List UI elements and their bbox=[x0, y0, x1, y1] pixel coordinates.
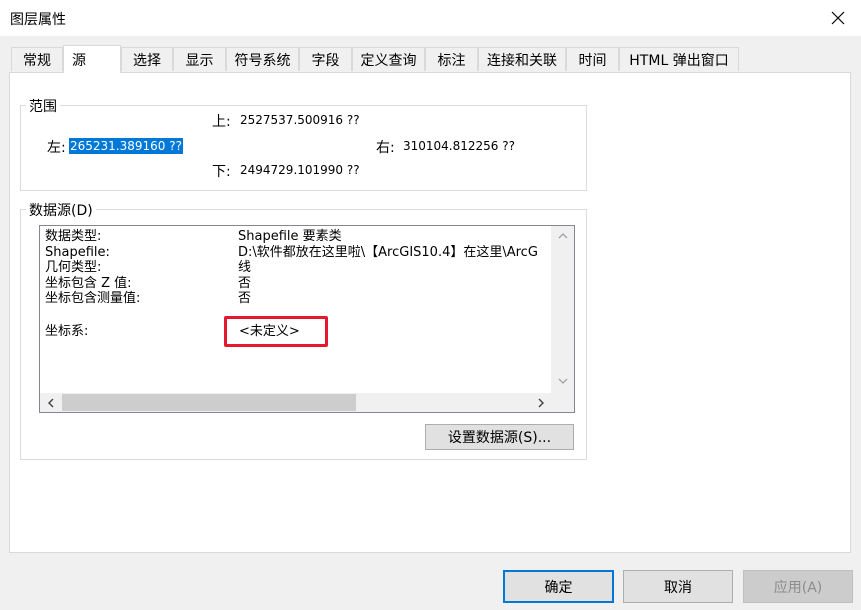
window-title: 图层属性 bbox=[10, 12, 66, 28]
vertical-scrollbar[interactable] bbox=[551, 226, 574, 394]
tab-definition-query[interactable]: 定义查询 bbox=[352, 47, 425, 71]
extent-right-value: 310104.812256 ?? bbox=[403, 139, 515, 153]
ok-button[interactable]: 确定 bbox=[503, 570, 614, 603]
extent-left-label: 左: bbox=[47, 140, 66, 156]
tab-fields[interactable]: 字段 bbox=[299, 47, 352, 71]
title-bar bbox=[0, 0, 861, 36]
tab-symbology[interactable]: 符号系统 bbox=[226, 47, 299, 71]
scroll-right-icon[interactable] bbox=[532, 394, 550, 411]
ds-key-has-m: 坐标包含测量值: bbox=[45, 291, 141, 306]
scroll-corner bbox=[551, 393, 574, 412]
close-icon bbox=[831, 11, 845, 25]
scroll-up-icon[interactable] bbox=[551, 228, 574, 244]
ds-value-geometry: 线 bbox=[238, 260, 252, 275]
tab-source[interactable]: 源 bbox=[63, 45, 121, 73]
extent-bottom-value: 2494729.101990 ?? bbox=[240, 163, 360, 177]
extent-group-title: 范围 bbox=[26, 96, 60, 116]
apply-button[interactable]: 应用(A) bbox=[743, 570, 853, 603]
ds-value-data-type: Shapefile 要素类 bbox=[238, 229, 342, 244]
close-button[interactable] bbox=[815, 0, 861, 36]
set-data-source-button[interactable]: 设置数据源(S)... bbox=[425, 424, 574, 450]
horizontal-scroll-thumb[interactable] bbox=[62, 394, 356, 411]
ds-value-shapefile: D:\软件都放在这里啦\【ArcGIS10.4】在这里\ArcG bbox=[238, 245, 538, 260]
extent-bottom-label: 下: bbox=[212, 164, 231, 180]
scroll-left-icon[interactable] bbox=[42, 394, 60, 411]
extent-right-label: 右: bbox=[376, 140, 395, 156]
ds-key-data-type: 数据类型: bbox=[45, 229, 102, 244]
data-source-group-title: 数据源(D) bbox=[26, 200, 96, 220]
ds-key-has-z: 坐标包含 Z 值: bbox=[45, 276, 132, 291]
extent-left-value[interactable]: 265231.389160 ?? bbox=[69, 138, 183, 154]
cancel-button[interactable]: 取消 bbox=[623, 570, 733, 603]
tab-general[interactable]: 常规 bbox=[11, 47, 63, 71]
ds-value-has-m: 否 bbox=[238, 291, 252, 306]
ds-key-shapefile: Shapefile: bbox=[45, 245, 110, 260]
tab-display[interactable]: 显示 bbox=[173, 47, 226, 71]
highlight-box bbox=[224, 316, 328, 347]
ds-key-geometry: 几何类型: bbox=[45, 260, 102, 275]
extent-top-label: 上: bbox=[212, 114, 231, 130]
scroll-down-icon[interactable] bbox=[551, 373, 574, 389]
tab-selection[interactable]: 选择 bbox=[121, 47, 173, 71]
ds-value-has-z: 否 bbox=[238, 276, 252, 291]
tab-time[interactable]: 时间 bbox=[566, 47, 619, 71]
extent-top-value: 2527537.500916 ?? bbox=[240, 113, 360, 127]
tab-html-popup[interactable]: HTML 弹出窗口 bbox=[619, 47, 739, 71]
ds-key-coord-system: 坐标系: bbox=[45, 324, 89, 339]
tab-joins-relates[interactable]: 连接和关联 bbox=[478, 47, 566, 71]
tab-labels[interactable]: 标注 bbox=[425, 47, 478, 71]
